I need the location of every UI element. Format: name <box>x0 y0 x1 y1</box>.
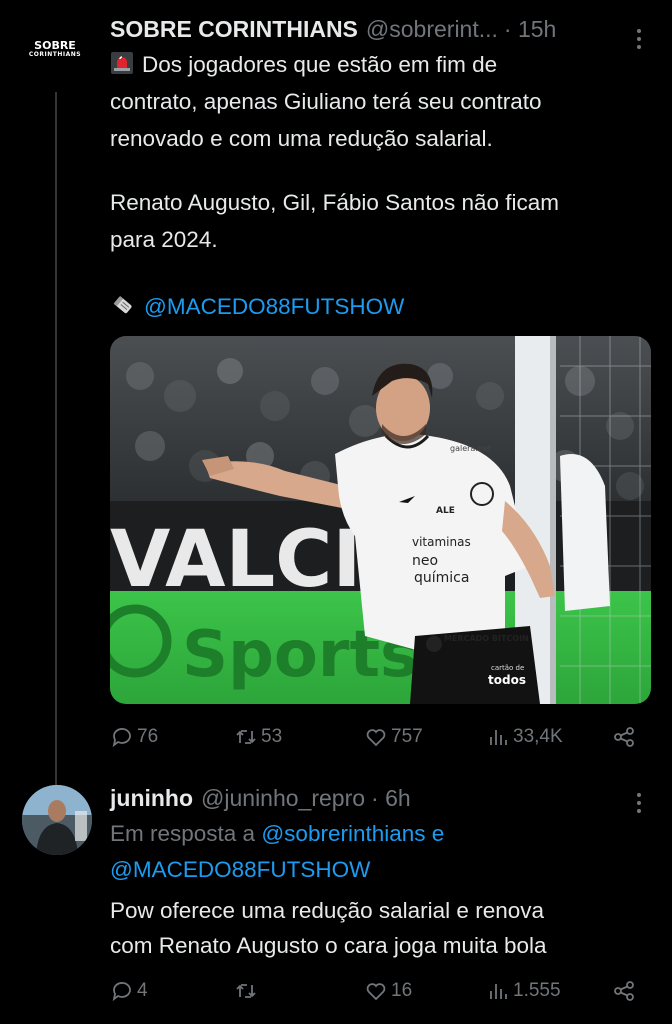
newspaper-icon <box>110 292 136 329</box>
reply-like-count: 16 <box>391 980 413 1001</box>
replying-to-line: Em resposta a @sobrerinthians e <box>110 815 444 852</box>
like-count: 757 <box>391 726 423 747</box>
views-button[interactable]: 33,4K <box>486 722 563 752</box>
avatar-logo-text: SOBRE <box>34 38 76 52</box>
reply-author-handle[interactable]: @juninho_repro <box>201 785 365 812</box>
retweet-count: 53 <box>261 726 283 747</box>
reply-reply-button[interactable]: 4 <box>110 976 148 1006</box>
reply-author-name[interactable]: juninho <box>110 785 193 812</box>
shirt-galera: galera.bet <box>450 444 491 453</box>
reply-count: 76 <box>137 726 159 747</box>
share-icon <box>614 981 634 1001</box>
tweet-text-3: renovado e com uma redução salarial. <box>110 126 493 151</box>
author-name[interactable]: SOBRE CORINTHIANS <box>110 16 358 43</box>
reply-header: juninho @juninho_repro · 6h <box>110 782 411 814</box>
retweet-icon <box>236 730 256 744</box>
heart-icon <box>366 729 386 747</box>
reply-share-button[interactable] <box>612 976 636 1006</box>
retweet-icon <box>236 984 256 998</box>
source-mention-link[interactable]: @MACEDO88FUTSHOW <box>144 294 404 319</box>
like-button[interactable]: 757 <box>364 722 423 752</box>
shirt-sponsor-3: química <box>414 570 469 586</box>
share-icon <box>614 727 634 747</box>
reply-text-2: com Renato Augusto o cara joga muita bol… <box>110 933 547 958</box>
reply-author-avatar[interactable] <box>22 785 92 855</box>
tweet-text-line: Dos jogadores que estão em fim de <box>110 46 497 86</box>
shirt-cartao: cartão de <box>491 664 524 672</box>
shirt-brand: ALE <box>436 506 455 516</box>
replying-to-conjunction: e <box>431 821 445 846</box>
share-button[interactable] <box>612 722 636 752</box>
reply-reply-count: 4 <box>137 980 148 1001</box>
tweet-text-2: contrato, apenas Giuliano terá seu contr… <box>110 89 542 114</box>
tweet-text-4: Renato Augusto, Gil, Fábio Santos não fi… <box>110 190 560 215</box>
replying-to-line-2: @MACEDO88FUTSHOW <box>110 851 370 888</box>
shirt-mercado: MERCADO BITCOIN <box>444 634 529 643</box>
tweet-text-1: Dos jogadores que estão em fim de <box>142 52 498 77</box>
views-chart-icon <box>490 730 507 745</box>
tweet-timestamp[interactable]: · 15h <box>504 16 556 43</box>
reply-retweet-button[interactable] <box>234 976 261 1006</box>
reply-views-count: 1.555 <box>513 980 561 1001</box>
reply-text-1: Pow oferece uma redução salarial e renov… <box>110 898 544 923</box>
views-chart-icon <box>490 984 507 999</box>
siren-icon <box>110 49 134 86</box>
shirt-sponsor-1: vitaminas <box>412 535 471 549</box>
tweet-text-5: para 2024. <box>110 227 218 252</box>
views-count: 33,4K <box>513 726 563 747</box>
author-handle[interactable]: @sobrerint... <box>366 16 498 43</box>
reply-actions: 4 16 1.555 <box>110 976 640 1006</box>
reply-button[interactable]: 76 <box>110 722 158 752</box>
reply-more-options-icon[interactable] <box>636 792 642 814</box>
tweet-source-line: @MACEDO88FUTSHOW <box>110 288 404 329</box>
tweet-actions: 76 53 757 33,4K <box>110 722 640 752</box>
retweet-button[interactable]: 53 <box>234 722 282 752</box>
reply-icon <box>112 982 131 1002</box>
replying-to-prefix: Em resposta a <box>110 821 256 846</box>
more-options-icon[interactable] <box>636 28 642 50</box>
tweet-media-image[interactable]: VALCI Sports vitaminas neo química ALE g… <box>110 336 651 704</box>
replying-to-mention-1[interactable]: @sobrerinthians <box>261 821 425 846</box>
avatar-logo-subtext: CORINTHIANS <box>28 50 82 58</box>
shirt-sponsor-2: neo <box>412 553 438 569</box>
reply-views-button[interactable]: 1.555 <box>486 976 561 1006</box>
shirt-todos: todos <box>488 673 526 687</box>
reply-icon <box>112 728 131 748</box>
author-avatar[interactable]: SOBRE CORINTHIANS <box>26 20 84 78</box>
replying-to-mention-2[interactable]: @MACEDO88FUTSHOW <box>110 857 370 882</box>
tweet-header: SOBRE CORINTHIANS @sobrerint... · 15h <box>110 14 642 44</box>
reply-timestamp[interactable]: · 6h <box>371 785 411 812</box>
reply-like-button[interactable]: 16 <box>364 976 412 1006</box>
heart-icon <box>366 983 386 1001</box>
thread-connector-line <box>55 92 57 787</box>
